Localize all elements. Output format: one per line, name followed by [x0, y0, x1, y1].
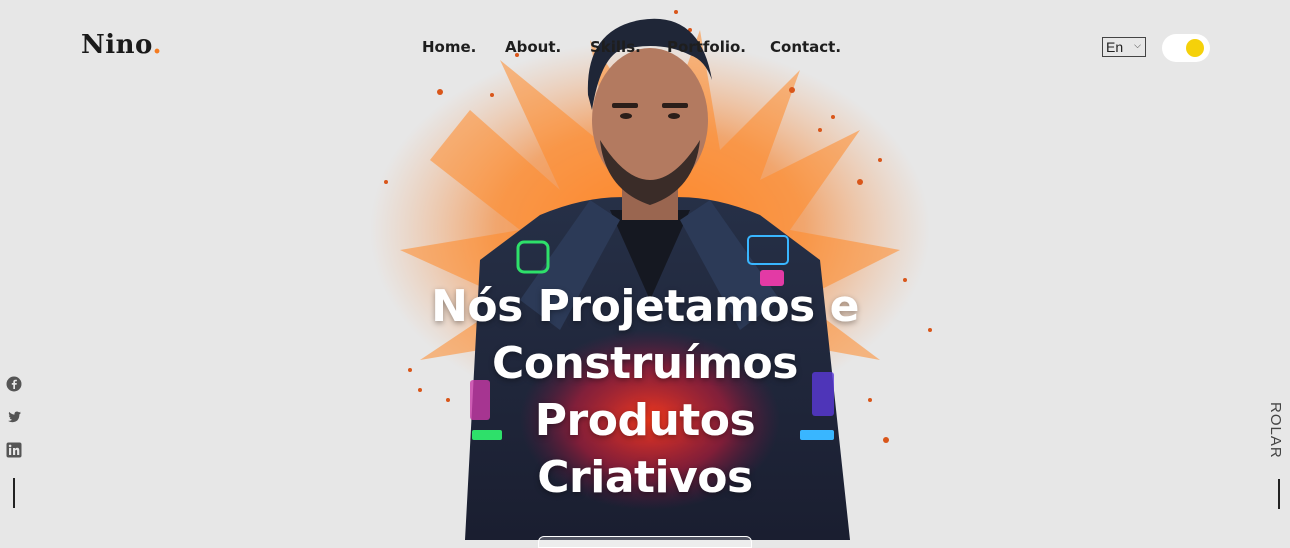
hero-title-line: Criativos — [537, 452, 753, 503]
scroll-label[interactable]: ROLAR — [1264, 402, 1284, 459]
nav-about[interactable]: About. — [505, 38, 561, 56]
nav-home[interactable]: Home. — [422, 38, 476, 56]
nav-skills[interactable]: Skills. — [590, 38, 641, 56]
scroll-line — [1278, 479, 1280, 509]
site-logo[interactable]: Nino. — [81, 30, 162, 60]
hero-title-line: Produtos — [534, 395, 756, 446]
nav-contact[interactable]: Contact. — [770, 38, 841, 56]
facebook-icon[interactable] — [6, 376, 22, 392]
cta-button[interactable] — [538, 536, 752, 548]
hero-title-line: Construímos — [492, 338, 798, 389]
theme-toggle[interactable] — [1162, 34, 1210, 62]
language-select[interactable]: En ⌵ — [1102, 37, 1146, 57]
linkedin-icon[interactable] — [6, 442, 22, 458]
hero-title-line: Nós Projetamos e — [431, 281, 859, 332]
chevron-down-icon: ⌵ — [1134, 40, 1141, 50]
logo-dot: . — [152, 30, 162, 60]
twitter-icon[interactable] — [6, 409, 22, 425]
toggle-knob — [1186, 39, 1204, 57]
nav-portfolio[interactable]: Portfolio. — [667, 38, 746, 56]
hero-title: Nós Projetamos e Construímos Produtos Cr… — [395, 278, 895, 506]
logo-text: Nino — [81, 30, 153, 60]
language-selected: En — [1106, 39, 1124, 55]
social-divider — [13, 478, 15, 508]
